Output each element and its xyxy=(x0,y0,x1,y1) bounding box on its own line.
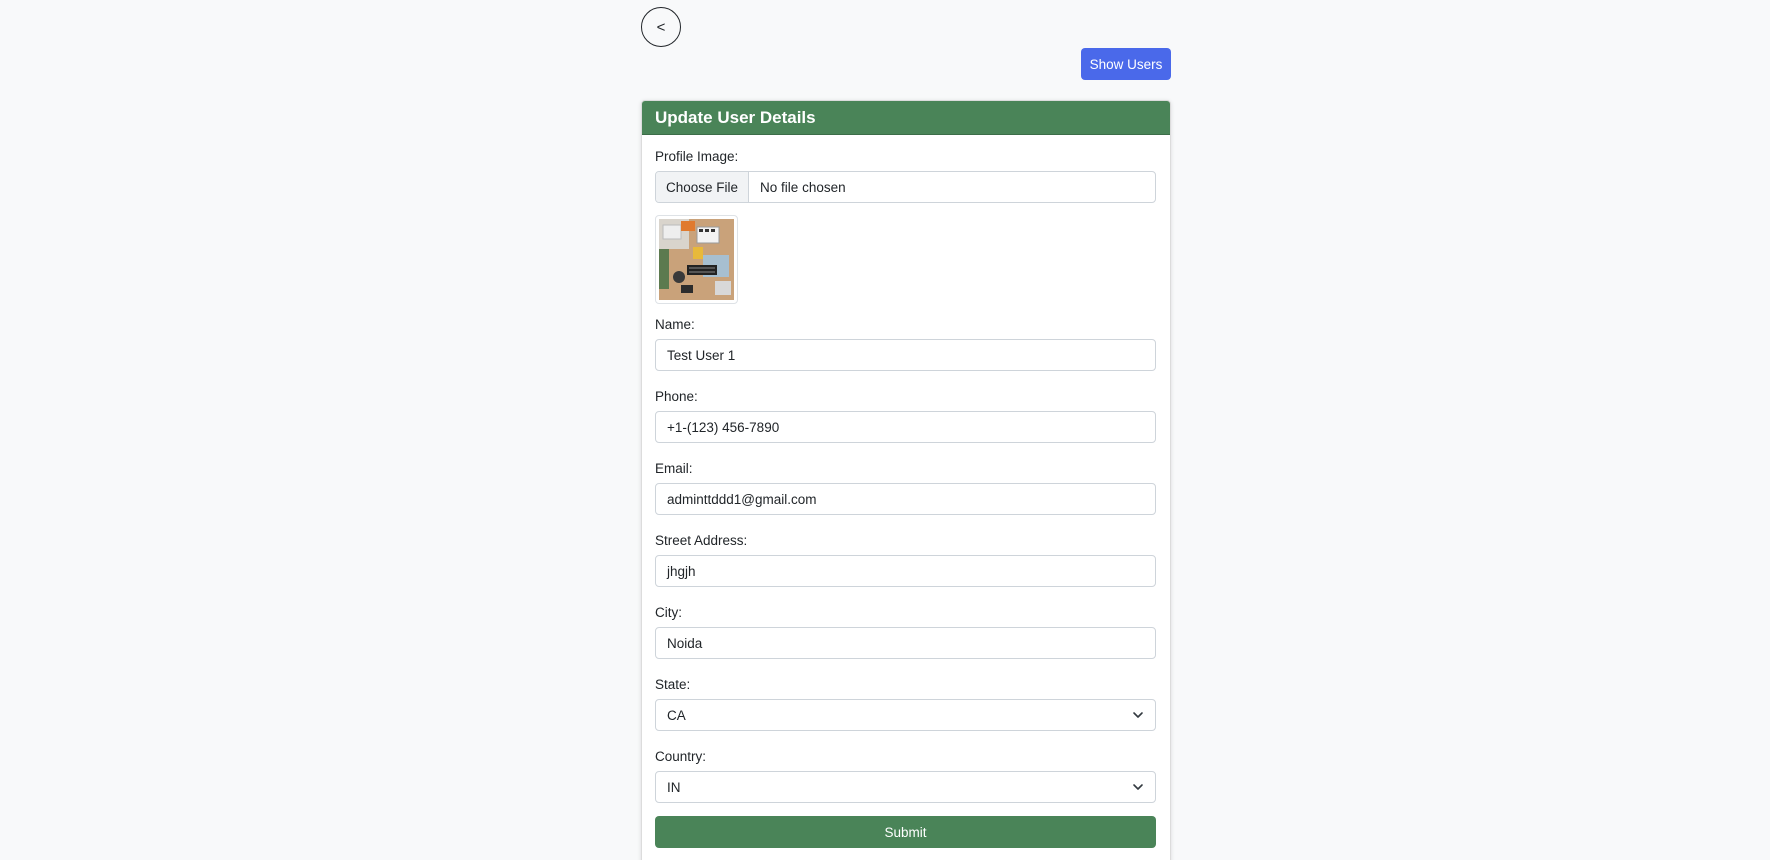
city-input[interactable]: Noida xyxy=(655,627,1156,659)
chevron-down-icon xyxy=(1132,781,1144,793)
name-input[interactable]: Test User 1 xyxy=(655,339,1156,371)
chevron-down-icon xyxy=(1132,709,1144,721)
city-label: City: xyxy=(655,605,682,620)
state-label: State: xyxy=(655,677,691,692)
desk-photo-icon xyxy=(659,219,734,300)
phone-label: Phone: xyxy=(655,389,698,404)
profile-image-thumbnail xyxy=(655,215,738,304)
street-address-input[interactable]: jhgjh xyxy=(655,555,1156,587)
email-input[interactable]: adminttddd1@gmail.com xyxy=(655,483,1156,515)
street-address-value: jhgjh xyxy=(667,563,696,579)
email-label: Email: xyxy=(655,461,693,476)
update-user-card: Update User Details Profile Image: Choos… xyxy=(641,100,1171,860)
phone-value: +1-(123) 456-7890 xyxy=(667,419,780,435)
country-select[interactable]: IN xyxy=(655,771,1156,803)
state-value: CA xyxy=(667,707,686,723)
country-label: Country: xyxy=(655,749,707,764)
name-value: Test User 1 xyxy=(667,347,736,363)
back-button[interactable]: < xyxy=(641,7,681,47)
submit-button[interactable]: Submit xyxy=(655,816,1156,848)
email-value: adminttddd1@gmail.com xyxy=(667,491,817,507)
show-users-button[interactable]: Show Users xyxy=(1081,48,1171,80)
page: < Show Users Update User Details Profile… xyxy=(0,0,1770,860)
phone-input[interactable]: +1-(123) 456-7890 xyxy=(655,411,1156,443)
city-value: Noida xyxy=(667,635,703,651)
file-status-text: No file chosen xyxy=(760,179,846,195)
card-header: Update User Details xyxy=(642,101,1170,135)
profile-image-label: Profile Image: xyxy=(655,149,739,164)
choose-file-button[interactable]: Choose File xyxy=(656,172,750,202)
card-title: Update User Details xyxy=(655,107,816,127)
country-value: IN xyxy=(667,779,681,795)
state-select[interactable]: CA xyxy=(655,699,1156,731)
street-address-label: Street Address: xyxy=(655,533,748,548)
name-label: Name: xyxy=(655,317,695,332)
profile-image-file-input[interactable]: Choose File No file chosen xyxy=(655,171,1156,203)
